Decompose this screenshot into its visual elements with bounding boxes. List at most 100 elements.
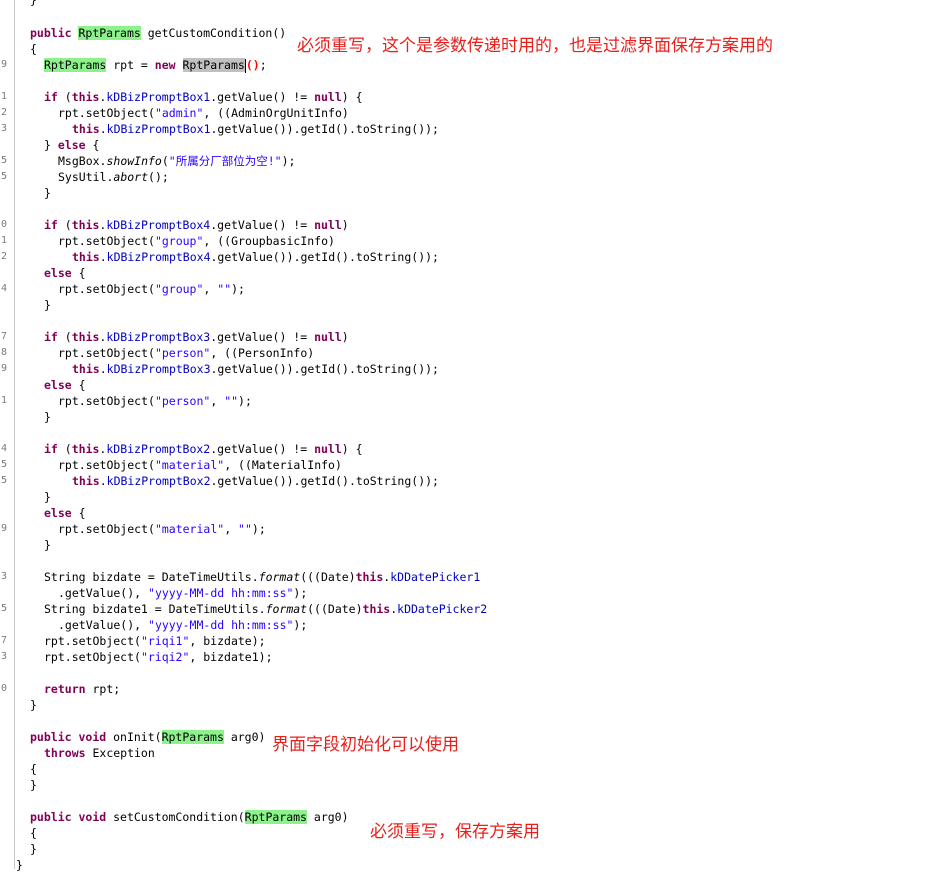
code-line[interactable]: throws Exception xyxy=(44,745,155,761)
code-line[interactable]: } xyxy=(30,777,37,793)
code-line[interactable]: public void onInit(RptParams arg0) xyxy=(30,729,265,745)
selected-type-token: RptParams xyxy=(182,58,245,72)
code-line[interactable]: } xyxy=(44,409,51,425)
code-token: rpt = xyxy=(106,58,155,72)
code-token: rpt.setObject( xyxy=(58,106,155,120)
line-number: 1 xyxy=(0,91,7,102)
code-line[interactable]: rpt.setObject("group", ((GroupbasicInfo) xyxy=(58,233,335,249)
code-line[interactable]: RptParams rpt = new RptParams(); xyxy=(44,57,267,73)
code-token: SysUtil. xyxy=(58,170,114,184)
code-line[interactable]: } xyxy=(30,0,37,8)
code-line[interactable]: if (this.kDBizPromptBox3.getValue() != n… xyxy=(44,329,349,345)
code-line[interactable]: rpt.setObject("person", ((PersonInfo) xyxy=(58,345,314,361)
string-token: "person" xyxy=(154,394,211,408)
code-token: } xyxy=(30,698,37,712)
highlighted-type-token: RptParams xyxy=(244,810,307,824)
code-line[interactable]: { xyxy=(30,761,37,777)
code-line[interactable]: String bizdate = DateTimeUtils.format(((… xyxy=(44,569,480,585)
code-token: , ((GroupbasicInfo) xyxy=(203,234,335,248)
code-line[interactable]: } xyxy=(44,297,51,313)
code-line[interactable]: else { xyxy=(44,265,86,281)
string-token: "person" xyxy=(154,346,211,360)
code-line[interactable]: else { xyxy=(44,505,86,521)
method-token: format xyxy=(265,602,308,616)
code-token: .getValue()).getId().toString()); xyxy=(210,362,439,376)
code-line[interactable]: rpt.setObject("admin", ((AdminOrgUnitInf… xyxy=(58,105,349,121)
code-line[interactable]: } xyxy=(44,185,51,201)
keyword-token: null xyxy=(314,90,342,104)
code-line[interactable]: public void setCustomCondition(RptParams… xyxy=(30,809,349,825)
code-token: arg0) xyxy=(306,810,349,824)
code-line[interactable]: rpt.setObject("material", ((MaterialInfo… xyxy=(58,457,342,473)
string-token: "所属分厂部位为空!" xyxy=(168,154,282,168)
code-token: { xyxy=(30,762,37,776)
string-token: "material" xyxy=(154,522,225,536)
code-line[interactable]: this.kDBizPromptBox3.getValue()).getId()… xyxy=(72,361,439,377)
code-token: rpt.setObject( xyxy=(44,650,141,664)
code-line[interactable]: } xyxy=(30,697,37,713)
code-line[interactable]: } xyxy=(30,841,37,857)
line-number: 9 xyxy=(0,523,7,534)
code-line[interactable]: String bizdate1 = DateTimeUtils.format ((… xyxy=(44,601,487,617)
code-token: ; xyxy=(259,58,267,72)
code-token: rpt.setObject( xyxy=(58,346,155,360)
keyword-token: this xyxy=(72,474,100,488)
code-line[interactable]: rpt.setObject("person", ""); xyxy=(58,393,252,409)
code-line[interactable]: public RptParams getCustomCondition() xyxy=(30,25,286,41)
code-line[interactable]: { xyxy=(30,825,37,841)
code-token: , ((AdminOrgUnitInfo) xyxy=(203,106,349,120)
line-number: 0 xyxy=(0,683,7,694)
code-line[interactable]: } xyxy=(44,537,51,553)
code-line[interactable]: this.kDBizPromptBox4.getValue()).getId()… xyxy=(72,249,439,265)
code-line[interactable]: .getValue(), "yyyy-MM-dd hh:mm:ss"); xyxy=(58,585,307,601)
code-token: { xyxy=(71,506,86,520)
code-token: ((Date) xyxy=(314,602,363,616)
line-number: 3 xyxy=(0,651,7,662)
code-token: } xyxy=(44,186,51,200)
string-token: "admin" xyxy=(154,106,204,120)
keyword-token: if xyxy=(44,442,58,456)
code-token: { xyxy=(71,378,86,392)
code-line[interactable]: } xyxy=(44,489,51,505)
keyword-token: if xyxy=(44,330,58,344)
code-token: } xyxy=(30,778,37,792)
code-line[interactable]: this.kDBizPromptBox1.getValue()).getId()… xyxy=(72,121,439,137)
code-line[interactable]: if (this.kDBizPromptBox2.getValue() != n… xyxy=(44,441,363,457)
bracket-match-token: ( xyxy=(245,58,253,72)
code-line[interactable]: this.kDBizPromptBox2.getValue()).getId()… xyxy=(72,473,439,489)
keyword-token: if xyxy=(44,90,58,104)
code-line[interactable]: if (this.kDBizPromptBox4.getValue() != n… xyxy=(44,217,349,233)
code-token: ) { xyxy=(341,442,363,456)
code-line[interactable]: if (this.kDBizPromptBox1.getValue() != n… xyxy=(44,89,363,105)
code-line[interactable]: { xyxy=(30,41,37,57)
code-token: } xyxy=(16,858,23,872)
code-line[interactable]: } else { xyxy=(44,137,99,153)
code-token: MsgBox. xyxy=(58,154,107,168)
keyword-token: this xyxy=(355,570,384,584)
keyword-token: this xyxy=(71,90,100,104)
bracket-match-token: ) xyxy=(252,58,260,72)
code-token: .getValue()).getId().toString()); xyxy=(210,474,439,488)
code-line[interactable]: rpt.setObject("riqi1", bizdate); xyxy=(44,633,266,649)
code-line[interactable]: return rpt; xyxy=(44,681,120,697)
code-token: , bizdate); xyxy=(189,634,266,648)
code-token: , ((PersonInfo) xyxy=(210,346,315,360)
annotation-note: 界面字段初始化可以使用 xyxy=(272,735,459,755)
code-line[interactable]: else { xyxy=(44,377,86,393)
code-editor[interactable]: } public RptParams getCustomCondition() … xyxy=(0,0,937,872)
code-line[interactable]: rpt.setObject("group", ""); xyxy=(58,281,245,297)
line-number: 4 xyxy=(0,443,7,454)
string-token: "riqi2" xyxy=(140,650,190,664)
code-token: (); xyxy=(148,170,169,184)
string-token: "" xyxy=(217,282,232,296)
keyword-token: null xyxy=(314,442,342,456)
code-token: ); xyxy=(231,282,245,296)
code-line[interactable]: rpt.setObject("material", ""); xyxy=(58,521,266,537)
code-line[interactable]: rpt.setObject("riqi2", bizdate1); xyxy=(44,649,273,665)
code-line[interactable]: .getValue(), "yyyy-MM-dd hh:mm:ss"); xyxy=(58,617,307,633)
code-line[interactable]: SysUtil.abort(); xyxy=(58,169,169,185)
code-line[interactable]: } xyxy=(16,857,23,873)
code-token: setCustomCondition( xyxy=(106,810,245,824)
code-line[interactable]: MsgBox.showInfo("所属分厂部位为空!"); xyxy=(58,153,295,169)
field-token: kDDatePicker1 xyxy=(390,570,481,584)
